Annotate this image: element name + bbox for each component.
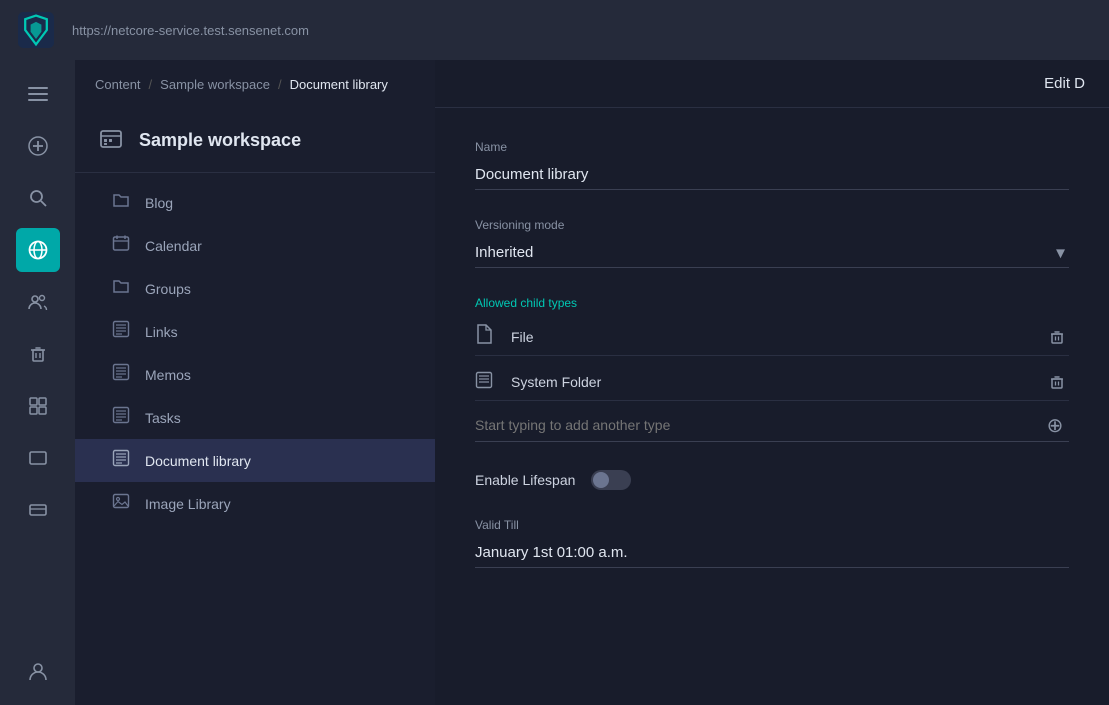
sidebar-icon-widgets[interactable] (16, 384, 60, 428)
file-icon (475, 324, 499, 349)
breadcrumb-workspace[interactable]: Sample workspace (160, 77, 270, 92)
versioning-select-wrapper: Inherited None Major only Major and mino… (475, 238, 1069, 268)
edit-button-label[interactable]: Edit D (1044, 75, 1085, 92)
add-type-button[interactable]: ⊕ (1041, 411, 1069, 439)
child-type-system-folder: System Folder (475, 364, 1069, 401)
versioning-group: Versioning mode Inherited None Major onl… (475, 218, 1069, 268)
child-types-label: Allowed child types (475, 296, 1069, 310)
nav-item-label-groups: Groups (145, 281, 191, 297)
sidebar-icon-window2[interactable] (16, 488, 60, 532)
child-type-sysfolder-name: System Folder (511, 374, 1033, 390)
nav-item-label-calendar: Calendar (145, 238, 202, 254)
list-icon-tasks (111, 406, 131, 429)
nav-item-label-imagelib: Image Library (145, 496, 231, 512)
list-icon-memos (111, 363, 131, 386)
nav-item-label-blog: Blog (145, 195, 173, 211)
valid-till-label: Valid Till (475, 518, 1069, 532)
nav-item-groups[interactable]: Groups (75, 267, 435, 310)
add-type-row: ⊕ (475, 409, 1069, 442)
nav-item-label-tasks: Tasks (145, 410, 181, 426)
name-label: Name (475, 140, 1069, 154)
logo[interactable] (16, 10, 56, 50)
sidebar-icon-users[interactable] (16, 280, 60, 324)
child-type-file: File (475, 318, 1069, 356)
breadcrumb-sep2: / (278, 77, 282, 92)
nav-item-image-library[interactable]: Image Library (75, 482, 435, 525)
workspace-title: Sample workspace (139, 130, 301, 151)
nav-item-memos[interactable]: Memos (75, 353, 435, 396)
folder-icon (111, 191, 131, 214)
versioning-select[interactable]: Inherited None Major only Major and mino… (475, 238, 1069, 267)
workspace-icon (95, 124, 127, 156)
sidebar-icon-window1[interactable] (16, 436, 60, 480)
add-type-input[interactable] (475, 409, 1033, 441)
list-icon-doclib (111, 449, 131, 472)
icon-sidebar (0, 60, 75, 705)
breadcrumb-current: Document library (290, 77, 388, 92)
nav-items: Blog Calendar Groups Links (75, 173, 435, 533)
child-types-group: Allowed child types File System Folder (475, 296, 1069, 442)
nav-item-calendar[interactable]: Calendar (75, 224, 435, 267)
main-content: Edit D Name Versioning mode Inherited No… (435, 60, 1109, 705)
nav-item-label-links: Links (145, 324, 178, 340)
nav-item-tasks[interactable]: Tasks (75, 396, 435, 439)
lifespan-toggle[interactable] (591, 470, 631, 490)
url-bar: https://netcore-service.test.sensenet.co… (72, 23, 309, 38)
versioning-label: Versioning mode (475, 218, 1069, 232)
content-header: Edit D (435, 60, 1109, 108)
sidebar-icon-globe[interactable] (16, 228, 60, 272)
form-area: Name Versioning mode Inherited None Majo… (435, 108, 1109, 705)
nav-item-document-library[interactable]: Document library (75, 439, 435, 482)
system-folder-icon (475, 371, 499, 394)
lifespan-toggle-row: Enable Lifespan (475, 470, 1069, 490)
calendar-icon (111, 234, 131, 257)
list-icon-links (111, 320, 131, 343)
name-input[interactable] (475, 160, 1069, 190)
child-type-file-name: File (511, 329, 1033, 345)
nav-item-label-doclib: Document library (145, 453, 251, 469)
valid-till-group: Valid Till (475, 518, 1069, 568)
breadcrumb-content[interactable]: Content (95, 77, 141, 92)
sidebar-icon-menu[interactable] (16, 72, 60, 116)
delete-file-type-button[interactable] (1045, 325, 1069, 349)
nav-item-label-memos: Memos (145, 367, 191, 383)
name-group: Name (475, 140, 1069, 190)
lifespan-label: Enable Lifespan (475, 472, 575, 488)
breadcrumb: Content / Sample workspace / Document li… (75, 60, 435, 108)
breadcrumb-sep1: / (149, 77, 153, 92)
nav-item-links[interactable]: Links (75, 310, 435, 353)
sidebar-icon-person[interactable] (16, 649, 60, 693)
nav-item-blog[interactable]: Blog (75, 181, 435, 224)
image-icon (111, 492, 131, 515)
topbar: https://netcore-service.test.sensenet.co… (0, 0, 1109, 60)
valid-till-input[interactable] (475, 538, 1069, 568)
workspace-header: Sample workspace (75, 108, 435, 173)
folder-icon-groups (111, 277, 131, 300)
sidebar-icon-search[interactable] (16, 176, 60, 220)
sidebar-icon-trash[interactable] (16, 332, 60, 376)
delete-sysfolder-type-button[interactable] (1045, 370, 1069, 394)
sidebar-icon-add[interactable] (16, 124, 60, 168)
